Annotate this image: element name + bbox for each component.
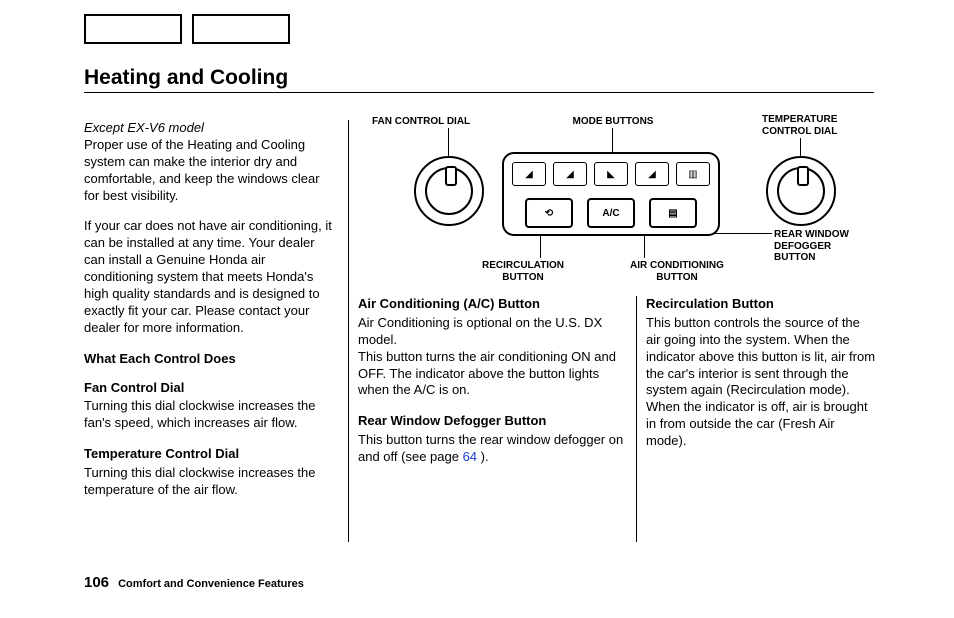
fan-dial-icon bbox=[414, 156, 484, 226]
recirc-button-icon: ⟲ bbox=[525, 198, 573, 228]
page-footer: 106 Comfort and Convenience Features bbox=[84, 573, 304, 593]
fan-dial-text: Turning this dial clockwise increases th… bbox=[84, 398, 336, 432]
mode-button-2-icon: ◢ bbox=[553, 162, 587, 186]
title-rule bbox=[84, 92, 874, 93]
model-note: Except EX-V6 model bbox=[84, 120, 336, 137]
mode-button-5-icon: ▥ bbox=[676, 162, 710, 186]
nav-boxes bbox=[84, 14, 290, 44]
ac-button-text-2: This button turns the air condi­tioning … bbox=[358, 349, 626, 400]
column-1: Except EX-V6 model Proper use of the Hea… bbox=[84, 120, 336, 513]
nav-box-2[interactable] bbox=[192, 14, 290, 44]
cap-temp: TEMPERATURE CONTROL DIAL bbox=[762, 114, 872, 137]
column-separator-2 bbox=[636, 296, 637, 542]
nav-box-1[interactable] bbox=[84, 14, 182, 44]
defogger-text: This button turns the rear window defogg… bbox=[358, 432, 626, 466]
page-number: 106 bbox=[84, 574, 109, 591]
footer-section: Comfort and Convenience Features bbox=[118, 578, 304, 590]
mode-button-3-icon: ◣ bbox=[594, 162, 628, 186]
temp-dial-icon bbox=[766, 156, 836, 226]
column-separator-1 bbox=[348, 120, 349, 542]
ac-button-heading: Air Conditioning (A/C) Button bbox=[358, 296, 626, 313]
intro-paragraph-2: If your car does not have air conditioni… bbox=[84, 218, 336, 336]
cap-recirc: RECIRCULATION BUTTON bbox=[468, 260, 578, 283]
fan-dial-heading: Fan Control Dial bbox=[84, 380, 336, 397]
temp-dial-text: Turning this dial clockwise increases th… bbox=[84, 465, 336, 499]
defogger-text-a: This button turns the rear window defogg… bbox=[358, 432, 623, 464]
leader-fan bbox=[448, 128, 449, 158]
what-each-heading: What Each Control Does bbox=[84, 351, 336, 368]
leader-mode bbox=[612, 128, 613, 152]
ac-button-icon: A/C bbox=[587, 198, 635, 228]
center-panel-icon: ◢ ◢ ◣ ◢ ▥ ⟲ A/C ▤ bbox=[502, 152, 720, 236]
cap-ac: AIR CONDITIONING BUTTON bbox=[612, 260, 742, 283]
mode-button-4-icon: ◢ bbox=[635, 162, 669, 186]
ac-button-text-1: Air Conditioning is optional on the U.S.… bbox=[358, 315, 626, 349]
cap-rear: REAR WINDOW DEFOGGER BUTTON bbox=[774, 229, 874, 264]
column-2: Air Conditioning (A/C) Button Air Condit… bbox=[358, 296, 626, 480]
mode-button-1-icon: ◢ bbox=[512, 162, 546, 186]
recirc-text: This button controls the source of the a… bbox=[646, 315, 876, 450]
cap-mode: MODE BUTTONS bbox=[558, 116, 668, 128]
cap-fan: FAN CONTROL DIAL bbox=[372, 116, 492, 128]
page-title: Heating and Cooling bbox=[84, 64, 288, 91]
defogger-heading: Rear Window Defogger Button bbox=[358, 413, 626, 430]
page-ref-64[interactable]: 64 bbox=[463, 449, 477, 464]
column-3: Recirculation Button This button control… bbox=[646, 296, 876, 464]
intro-paragraph-1: Proper use of the Heating and Cooling sy… bbox=[84, 137, 336, 205]
recirc-heading: Recirculation Button bbox=[646, 296, 876, 313]
rear-defog-button-icon: ▤ bbox=[649, 198, 697, 228]
temp-dial-heading: Temperature Control Dial bbox=[84, 446, 336, 463]
hvac-diagram: FAN CONTROL DIAL MODE BUTTONS TEMPERATUR… bbox=[358, 114, 878, 288]
defogger-text-b: ). bbox=[477, 449, 489, 464]
